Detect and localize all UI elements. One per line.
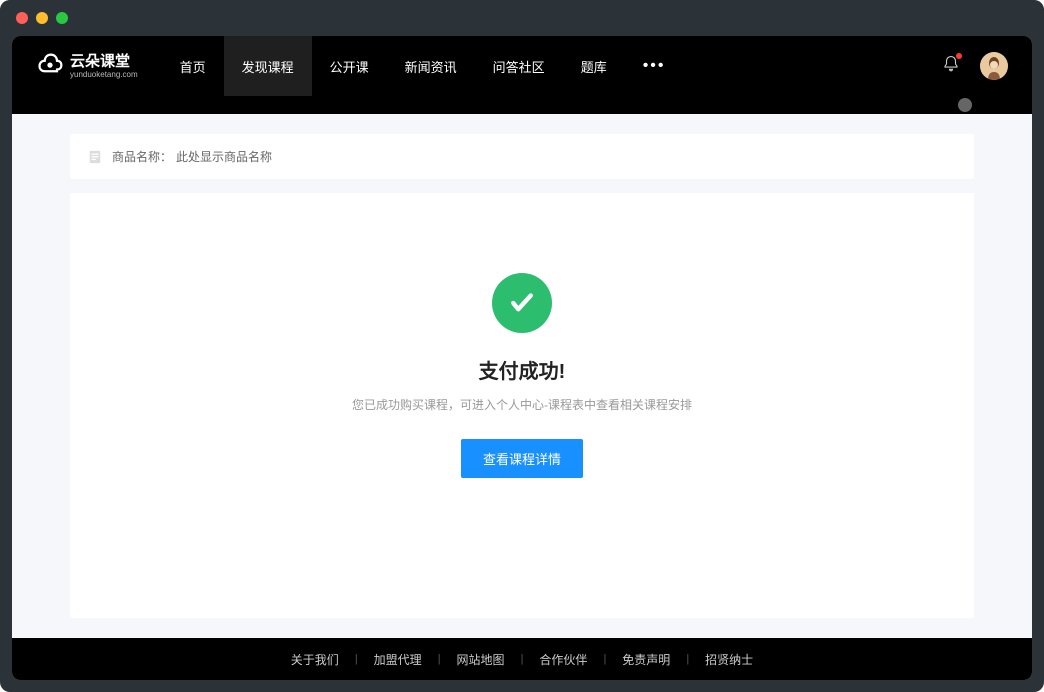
titlebar (0, 0, 1044, 36)
document-icon (88, 150, 102, 164)
footer-about-us[interactable]: 关于我们 (275, 651, 355, 668)
footer-disclaimer[interactable]: 免责声明 (606, 651, 686, 668)
nav-more-icon[interactable]: ••• (625, 36, 684, 96)
logo-text-main: 云朵课堂 (70, 54, 138, 69)
cloud-logo-icon (36, 52, 64, 80)
success-title: 支付成功! (479, 355, 566, 384)
maximize-window-button[interactable] (56, 12, 68, 24)
success-card: 支付成功! 您已成功购买课程，可进入个人中心-课程表中查看相关课程安排 查看课程… (70, 193, 974, 618)
view-course-detail-button[interactable]: 查看课程详情 (461, 439, 583, 478)
footer-franchise[interactable]: 加盟代理 (358, 651, 438, 668)
app-content: 云朵课堂 yunduoketang.com 首页 发现课程 公开课 新闻资讯 问… (12, 36, 1032, 680)
secondary-bar (12, 96, 1032, 114)
footer-partners[interactable]: 合作伙伴 (523, 651, 603, 668)
success-description: 您已成功购买课程，可进入个人中心-课程表中查看相关课程安排 (352, 396, 692, 413)
product-name-label: 商品名称： (112, 148, 172, 165)
footer: 关于我们 | 加盟代理 | 网站地图 | 合作伙伴 | 免责声明 | 招贤纳士 (12, 638, 1032, 680)
footer-sitemap[interactable]: 网站地图 (441, 651, 521, 668)
nav-open-class[interactable]: 公开课 (312, 36, 387, 96)
page-content: 商品名称： 此处显示商品名称 支付成功! 您已成功购买课程，可进入个人中心-课程… (12, 114, 1032, 638)
notification-dot-icon (956, 53, 962, 59)
notifications-button[interactable] (942, 55, 960, 78)
user-avatar[interactable] (980, 52, 1008, 80)
close-window-button[interactable] (16, 12, 28, 24)
product-name-bar: 商品名称： 此处显示商品名称 (70, 134, 974, 179)
nav-news[interactable]: 新闻资讯 (387, 36, 475, 96)
success-check-icon (492, 273, 552, 333)
window-frame: 云朵课堂 yunduoketang.com 首页 发现课程 公开课 新闻资讯 问… (0, 0, 1044, 692)
avatar-image (980, 52, 1008, 80)
logo[interactable]: 云朵课堂 yunduoketang.com (36, 52, 138, 80)
nav-question-bank[interactable]: 题库 (563, 36, 625, 96)
nav-home[interactable]: 首页 (162, 36, 224, 96)
nav-right (942, 52, 1008, 80)
minimize-window-button[interactable] (36, 12, 48, 24)
footer-careers[interactable]: 招贤纳士 (689, 651, 769, 668)
nav-discover-courses[interactable]: 发现课程 (224, 36, 312, 96)
nav-qa-community[interactable]: 问答社区 (475, 36, 563, 96)
logo-text-sub: yunduoketang.com (70, 71, 138, 79)
top-nav: 云朵课堂 yunduoketang.com 首页 发现课程 公开课 新闻资讯 问… (12, 36, 1032, 96)
product-name-value: 此处显示商品名称 (176, 148, 272, 165)
nav-items: 首页 发现课程 公开课 新闻资讯 问答社区 题库 ••• (162, 36, 684, 96)
